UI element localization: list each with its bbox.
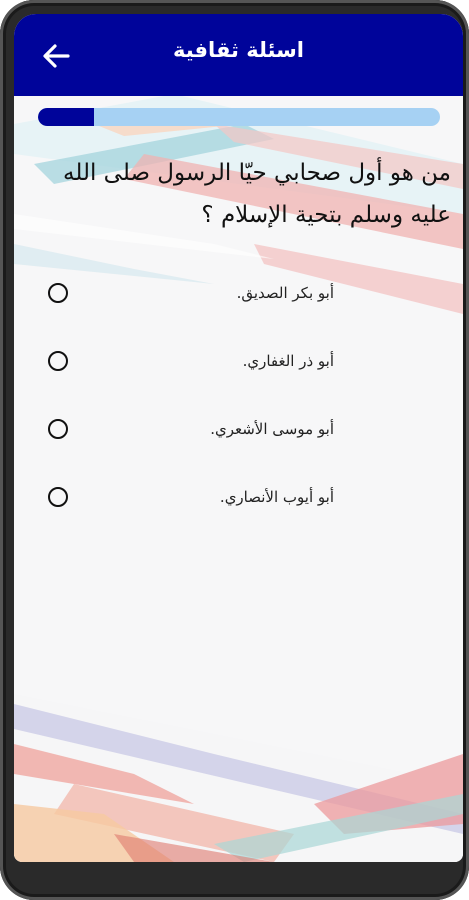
- page-title: اسئلة ثقافية: [173, 38, 304, 62]
- answer-option-1[interactable]: أبو بكر الصديق.: [14, 259, 463, 327]
- radio-button-icon[interactable]: [48, 419, 68, 439]
- radio-button-icon[interactable]: [48, 283, 68, 303]
- answer-option-2[interactable]: أبو ذر الغفاري.: [14, 327, 463, 395]
- answer-option-3[interactable]: أبو موسى الأشعري.: [14, 395, 463, 463]
- device-frame: اسئلة ثقافية من هو أول صحابي حيّا الرسول…: [0, 0, 469, 900]
- answer-option-label: أبو أيوب الأنصاري.: [219, 488, 334, 506]
- quiz-progress-bar: [38, 108, 440, 126]
- radio-button-icon[interactable]: [48, 487, 68, 507]
- radio-button-icon[interactable]: [48, 351, 68, 371]
- quiz-progress-fill: [38, 108, 95, 126]
- answer-option-label: أبو ذر الغفاري.: [242, 352, 334, 370]
- answer-option-label: أبو موسى الأشعري.: [210, 420, 334, 438]
- answer-option-4[interactable]: أبو أيوب الأنصاري.: [14, 463, 463, 531]
- question-text: من هو أول صحابي حيّا الرسول صلى الله علي…: [63, 160, 451, 228]
- answer-option-label: أبو بكر الصديق.: [236, 284, 334, 302]
- app-bar: اسئلة ثقافية: [14, 14, 463, 96]
- answer-options: أبو بكر الصديق. أبو ذر الغفاري. أبو موسى…: [14, 259, 463, 531]
- app-screen: اسئلة ثقافية من هو أول صحابي حيّا الرسول…: [14, 14, 463, 862]
